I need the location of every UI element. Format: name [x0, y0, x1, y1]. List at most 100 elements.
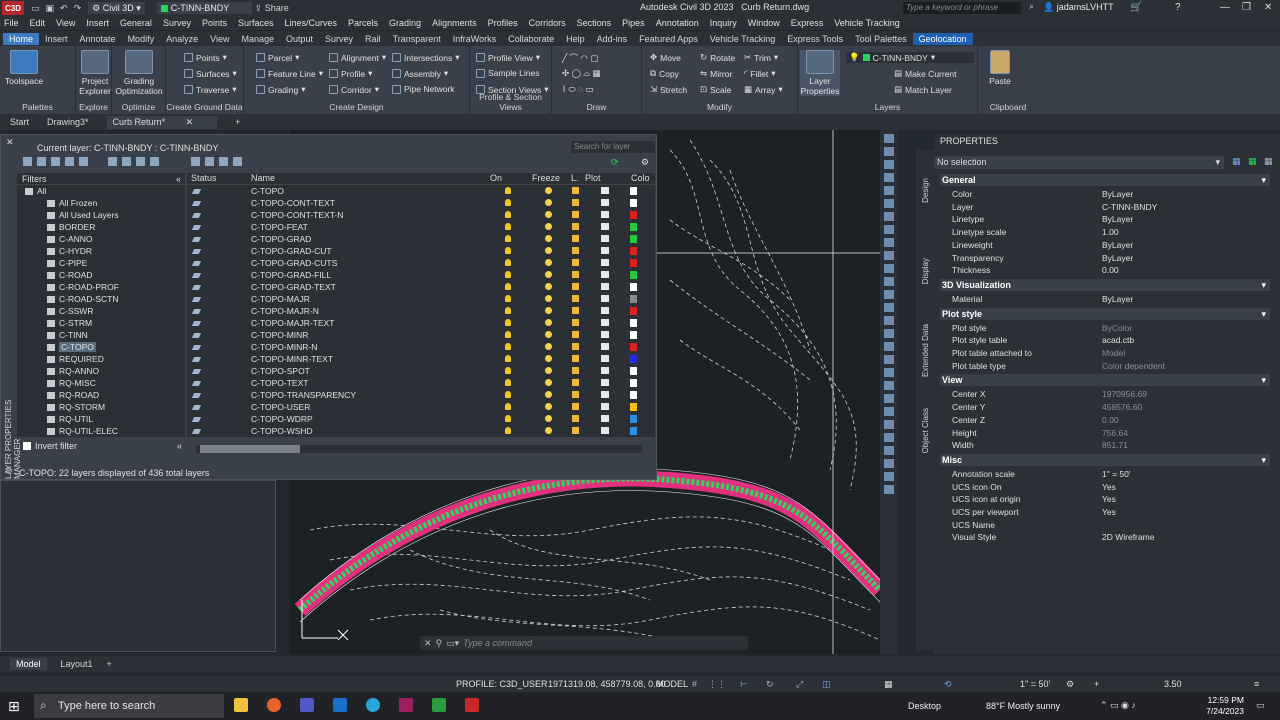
- layer-row[interactable]: C-TOPO-MAJR-TEXT: [187, 317, 655, 329]
- freeze-sun-icon[interactable]: [545, 307, 552, 314]
- tab-layout1[interactable]: Layout1: [61, 659, 93, 669]
- collapse-icon[interactable]: ▾: [1261, 374, 1266, 386]
- settings-icon[interactable]: [205, 157, 214, 166]
- layer-color-swatch[interactable]: [630, 247, 637, 255]
- layer-row[interactable]: C-TOPO-GRAD-CUT: [187, 245, 655, 257]
- project-explorer-button[interactable]: Project Explorer: [78, 50, 112, 96]
- printer-icon[interactable]: [601, 283, 609, 290]
- section-plot[interactable]: Plot style ▾: [940, 307, 1270, 320]
- layer-row[interactable]: C-TOPO-CONT-TEXT: [187, 197, 655, 209]
- redo-icon[interactable]: ↷: [74, 3, 82, 14]
- tool-icon[interactable]: [884, 368, 894, 377]
- ribbon-tab-add-ins[interactable]: Add-ins: [591, 33, 634, 45]
- layer-row[interactable]: C-TOPO-GRAD-TEXT: [187, 281, 655, 293]
- property-row[interactable]: Visual Style 2D Wireframe: [952, 531, 1270, 543]
- layer-color-swatch[interactable]: [630, 187, 637, 195]
- printer-icon[interactable]: [601, 379, 609, 386]
- settings-icon[interactable]: ⚙: [5, 466, 13, 477]
- menu-item-sections[interactable]: Sections: [577, 18, 612, 28]
- property-row[interactable]: Plot table type Color dependent: [952, 360, 1270, 372]
- app-icon[interactable]: [432, 698, 446, 712]
- close-icon[interactable]: ✕: [424, 638, 432, 649]
- printer-icon[interactable]: [601, 403, 609, 410]
- ribbon-tab-survey[interactable]: Survey: [319, 33, 359, 45]
- bulb-icon[interactable]: [505, 427, 511, 434]
- set-current-icon[interactable]: [150, 157, 159, 166]
- collapse-icon[interactable]: ▾: [1261, 174, 1266, 186]
- menu-item-pipes[interactable]: Pipes: [622, 18, 645, 28]
- printer-icon[interactable]: [601, 295, 609, 302]
- ribbon-tab-infraworks[interactable]: InfraWorks: [447, 33, 502, 45]
- share-button[interactable]: ⇪ Share: [255, 3, 289, 14]
- property-row[interactable]: Annotation scale 1" = 50': [952, 468, 1270, 480]
- profile-button[interactable]: Profile ▾: [329, 68, 372, 79]
- filter-item[interactable]: RQ-ANNO: [17, 365, 185, 377]
- gear-icon[interactable]: ⚙: [641, 157, 649, 168]
- layer-color-swatch[interactable]: [630, 379, 637, 387]
- ribbon-tab-help[interactable]: Help: [560, 33, 591, 45]
- new-layer-icon[interactable]: [108, 157, 117, 166]
- freeze-sun-icon[interactable]: [545, 331, 552, 338]
- system-tray-icons[interactable]: ⌃ ▭ ◉ ♪: [1100, 700, 1136, 711]
- property-row[interactable]: Center Y 458576.60: [952, 401, 1270, 413]
- printer-icon[interactable]: [601, 271, 609, 278]
- printer-icon[interactable]: [601, 331, 609, 338]
- rotate-button[interactable]: ↻ Rotate: [700, 52, 735, 63]
- polar-icon[interactable]: ↻: [766, 679, 774, 690]
- ribbon-tab-featured-apps[interactable]: Featured Apps: [633, 33, 704, 45]
- lock-icon[interactable]: [572, 223, 579, 230]
- property-row[interactable]: Plot style table acad.ctb: [952, 334, 1270, 346]
- bulb-icon[interactable]: [505, 367, 511, 374]
- make-current-button[interactable]: ▤ Make Current: [894, 68, 957, 79]
- model-space-toggle[interactable]: MODEL: [656, 679, 688, 689]
- freeze-sun-icon[interactable]: [545, 211, 552, 218]
- tab-model[interactable]: Model: [10, 658, 47, 670]
- help-search-input[interactable]: Type a keyword or phrase: [903, 2, 1021, 14]
- new-group-filter-icon[interactable]: [37, 157, 46, 166]
- lock-icon[interactable]: [572, 379, 579, 386]
- layer-color-swatch[interactable]: [630, 319, 637, 327]
- filter-item[interactable]: C-ANNO: [17, 233, 185, 245]
- traverse-button[interactable]: Traverse ▾: [184, 84, 237, 95]
- tool-icon[interactable]: [884, 342, 894, 351]
- ribbon-tab-rail[interactable]: Rail: [359, 33, 387, 45]
- surfaces-button[interactable]: Surfaces ▾: [184, 68, 237, 79]
- layer-row[interactable]: C-TOPO-MAJR: [187, 293, 655, 305]
- ribbon-tab-analyze[interactable]: Analyze: [160, 33, 204, 45]
- tool-icon[interactable]: [884, 329, 894, 338]
- property-row[interactable]: Thickness 0.00: [952, 264, 1270, 276]
- lock-icon[interactable]: [572, 259, 579, 266]
- lock-icon[interactable]: [572, 319, 579, 326]
- bulb-icon[interactable]: [505, 295, 511, 302]
- ribbon-tab-manage[interactable]: Manage: [235, 33, 280, 45]
- layer-color-swatch[interactable]: [630, 235, 637, 243]
- scale-button[interactable]: ⊡ Scale: [700, 84, 731, 95]
- toolspace-button[interactable]: Toolspace: [4, 50, 44, 86]
- tool-icon[interactable]: [884, 264, 894, 273]
- showmotion-icon[interactable]: [884, 186, 894, 195]
- printer-icon[interactable]: [601, 319, 609, 326]
- filter-item[interactable]: C-ROAD: [17, 269, 185, 281]
- bulb-icon[interactable]: [505, 319, 511, 326]
- menu-item-general[interactable]: General: [120, 18, 152, 28]
- feature-line-button[interactable]: Feature Line ▾: [256, 68, 323, 79]
- layer-row[interactable]: C-TOPO-TEXT: [187, 377, 655, 389]
- isodraft-icon[interactable]: ⤢: [796, 679, 803, 690]
- bulb-icon[interactable]: [505, 307, 511, 314]
- col-color[interactable]: Colo: [631, 173, 650, 183]
- menu-item-alignments[interactable]: Alignments: [432, 18, 477, 28]
- firefox-icon[interactable]: [267, 698, 281, 712]
- bulb-icon[interactable]: [505, 259, 511, 266]
- layer-dropdown[interactable]: 💡 C-TINN-BNDY ▾: [846, 52, 974, 63]
- layer-properties-button[interactable]: Layer Properties: [800, 50, 840, 96]
- layer-color-swatch[interactable]: [630, 259, 637, 267]
- menu-item-surfaces[interactable]: Surfaces: [238, 18, 274, 28]
- tool-icon[interactable]: [884, 355, 894, 364]
- tool-icon[interactable]: [884, 277, 894, 286]
- property-row[interactable]: Center X 1970956.69: [952, 388, 1270, 400]
- filter-item[interactable]: All: [17, 185, 185, 197]
- layer-color-swatch[interactable]: [630, 355, 637, 363]
- bulb-icon[interactable]: [505, 379, 511, 386]
- tool-icon[interactable]: [884, 459, 894, 468]
- osnap-icon[interactable]: ◫: [822, 679, 831, 690]
